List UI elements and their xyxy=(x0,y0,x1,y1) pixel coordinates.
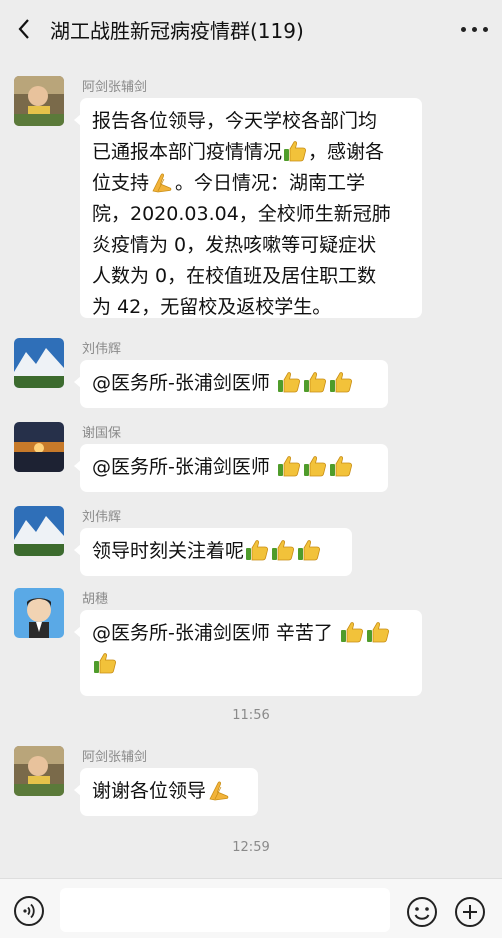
plus-icon xyxy=(455,897,485,927)
avatar[interactable] xyxy=(14,422,64,472)
message-input[interactable] xyxy=(60,888,390,932)
message-bubble[interactable]: @医务所-张浦剑医师 xyxy=(74,360,388,408)
message-line: 报告各位领导，今天学校各部门均 xyxy=(92,110,378,132)
thumbs-up-emoji xyxy=(297,539,321,561)
more-button[interactable] xyxy=(446,0,502,58)
message-line: ，感谢各 xyxy=(308,141,385,163)
avatar[interactable] xyxy=(14,506,64,556)
thumbs-up-emoji xyxy=(277,455,301,477)
thumbs-up-emoji xyxy=(283,140,307,162)
thumbs-up-emoji xyxy=(366,621,390,643)
sender-name: 谢国保 xyxy=(82,426,122,441)
thumbs-up-emoji xyxy=(93,652,117,674)
more-icon xyxy=(460,26,466,32)
emoji-button[interactable] xyxy=(406,896,438,928)
emoji-icon xyxy=(407,897,437,927)
back-button[interactable] xyxy=(0,0,48,58)
voice-button[interactable] xyxy=(14,896,44,926)
thumbs-up-emoji xyxy=(303,371,327,393)
sender-name: 阿剑张辅剑 xyxy=(82,80,148,95)
avatar[interactable] xyxy=(14,76,64,126)
message-text: @医务所-张浦剑医师 xyxy=(92,372,276,394)
message-text: 谢谢各位领导 xyxy=(92,780,207,802)
thumbs-up-emoji xyxy=(271,539,295,561)
message-text: @医务所-张浦剑医师 辛苦了 xyxy=(92,622,339,644)
thumbs-up-emoji xyxy=(303,455,327,477)
avatar[interactable] xyxy=(14,338,64,388)
message-bubble[interactable]: @医务所-张浦剑医师 xyxy=(74,444,388,492)
plus-button[interactable] xyxy=(454,896,486,928)
message-text: 领导时刻关注着呢 xyxy=(92,540,245,562)
thumbs-up-emoji xyxy=(277,371,301,393)
message-bubble[interactable]: 谢谢各位领导 xyxy=(74,768,258,816)
message-bubble[interactable]: 领导时刻关注着呢 xyxy=(74,528,352,576)
message-line: 。今日情况：湖南工学 xyxy=(175,172,366,194)
pray-emoji xyxy=(207,779,231,801)
message-line: 已通报本部门疫情情况 xyxy=(92,141,283,163)
thumbs-up-emoji xyxy=(329,371,353,393)
chat-header: 湖工战胜新冠病疫情群(119) xyxy=(0,0,502,58)
timestamp: 11:56 xyxy=(232,708,270,723)
input-bar xyxy=(0,878,502,938)
avatar[interactable] xyxy=(14,746,64,796)
message-bubble[interactable]: 报告各位领导，今天学校各部门均 已通报本部门疫情情况 ，感谢各 位支持 。今日情况：… xyxy=(74,98,422,318)
thumbs-up-emoji xyxy=(245,539,269,561)
thumbs-up-emoji xyxy=(340,621,364,643)
message-line: 人数为 0，在校值班及居住职工数 xyxy=(92,265,377,287)
message-text: @医务所-张浦剑医师 xyxy=(92,456,276,478)
sender-name: 阿剑张辅剑 xyxy=(82,750,148,765)
avatar[interactable] xyxy=(14,588,64,638)
chat-title: 湖工战胜新冠病疫情群(119) xyxy=(50,18,304,43)
voice-icon xyxy=(23,903,35,919)
sender-name: 胡穗 xyxy=(82,592,109,607)
message-line: 炎疫情为 0，发热咳嗽等可疑症状 xyxy=(92,234,377,256)
sender-name: 刘伟辉 xyxy=(82,342,122,357)
thumbs-up-emoji xyxy=(329,455,353,477)
sender-name: 刘伟辉 xyxy=(82,510,122,525)
pray-emoji xyxy=(150,171,174,193)
message-bubble[interactable]: @医务所-张浦剑医师 辛苦了 xyxy=(74,610,422,696)
timestamp: 12:59 xyxy=(232,840,270,855)
chevron-left-icon xyxy=(18,19,29,39)
message-line: 为 42，无留校及返校学生。 xyxy=(92,296,332,318)
message-line: 院，2020.03.04，全校师生新冠肺 xyxy=(92,203,391,225)
message-line: 位支持 xyxy=(92,172,150,194)
